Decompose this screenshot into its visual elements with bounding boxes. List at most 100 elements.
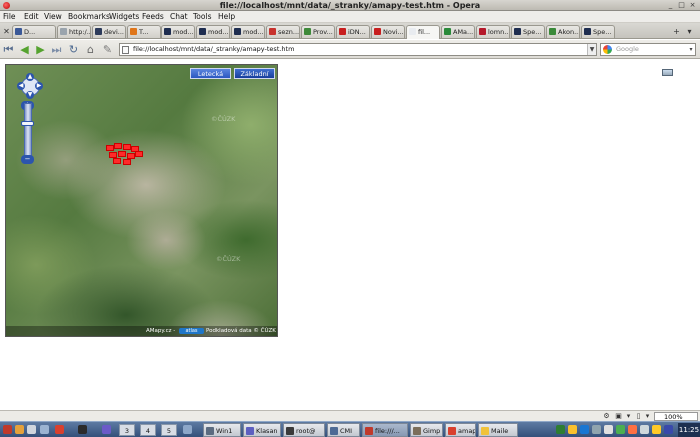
taskbar-task[interactable]: Win1 <box>203 423 241 437</box>
menu-bookmarks[interactable]: Bookmarks <box>68 11 110 23</box>
browser-tab[interactable]: mod... <box>161 25 195 38</box>
browser-tab[interactable]: iDN... <box>336 25 370 38</box>
edit-pencil-icon[interactable]: ✎ <box>101 43 114 56</box>
parcel-highlight[interactable] <box>135 151 143 157</box>
taskbar-task[interactable]: Maile <box>478 423 518 437</box>
menu-file[interactable]: File <box>3 11 16 23</box>
close-button[interactable]: × <box>688 1 697 10</box>
address-field[interactable]: file://localhost/mnt/data/_stranky/amapy… <box>119 43 597 56</box>
tray-icon[interactable] <box>580 425 589 434</box>
page-options-icon[interactable]: ▯ <box>634 412 643 420</box>
tray-icon[interactable] <box>616 425 625 434</box>
menu-view[interactable]: View <box>44 11 62 23</box>
tray-icon[interactable] <box>592 425 601 434</box>
maximize-button[interactable]: □ <box>677 1 686 10</box>
fast-forward-icon[interactable]: ⏭ <box>50 43 63 56</box>
browser-tab[interactable]: fil... <box>406 25 440 39</box>
minimize-button[interactable]: _ <box>666 1 675 10</box>
browser-tab[interactable]: Prov... <box>301 25 335 38</box>
home-folder-icon[interactable] <box>15 425 24 434</box>
tab-menu-button[interactable]: ▾ <box>684 26 695 37</box>
map-type-basic-button[interactable]: Základní <box>234 68 275 79</box>
forward-icon[interactable]: ▶ <box>34 43 47 56</box>
parcel-highlight[interactable] <box>114 143 122 149</box>
terminal-icon[interactable] <box>78 425 87 434</box>
browser-tab[interactable]: mod... <box>196 25 230 38</box>
menu-edit[interactable]: Edit <box>24 11 39 23</box>
browser-tab[interactable]: Novi... <box>371 25 405 38</box>
desktop-3[interactable]: 3 <box>119 424 135 436</box>
browser-tab[interactable]: D... <box>12 25 56 38</box>
pager-icon[interactable] <box>102 425 111 434</box>
search-dropdown-icon[interactable]: ▾ <box>687 44 695 55</box>
map-view[interactable]: Letecká Základní ▲ ◀ ▶ ▼ + − ©ČÚZK ©ČÚZK… <box>5 64 278 337</box>
view-dropdown-icon[interactable]: ▾ <box>624 412 633 420</box>
home-icon[interactable]: ⌂ <box>84 43 97 56</box>
tray-icon[interactable] <box>640 425 649 434</box>
tray-icon[interactable] <box>568 425 577 434</box>
taskbar-task[interactable]: CMI <box>327 423 360 437</box>
parcel-highlight[interactable] <box>123 144 131 150</box>
panel-icon[interactable]: ⚙ <box>602 412 611 420</box>
tray-icon[interactable] <box>556 425 565 434</box>
browser-tab[interactable]: devi... <box>92 25 126 38</box>
closed-tabs-icon[interactable]: ✕ <box>1 26 12 37</box>
parcel-highlight[interactable] <box>113 158 121 164</box>
new-tab-button[interactable]: + <box>671 26 682 37</box>
start-menu-icon[interactable] <box>3 425 12 434</box>
parcel-highlight[interactable] <box>123 159 131 165</box>
window-titlebar[interactable]: file://localhost/mnt/data/_stranky/amapy… <box>0 0 700 11</box>
network-icon[interactable] <box>40 425 49 434</box>
pan-up-icon[interactable]: ▲ <box>26 73 34 81</box>
zoom-slider-handle[interactable] <box>21 121 34 126</box>
view-icon[interactable]: ▣ <box>614 412 623 420</box>
browser-tab[interactable]: mod... <box>231 25 265 38</box>
tray-icon[interactable] <box>652 425 661 434</box>
desktop-4[interactable]: 4 <box>140 424 156 436</box>
menu-chat[interactable]: Chat <box>170 11 188 23</box>
browser-tab[interactable]: AMa... <box>441 25 475 38</box>
tray-icon[interactable] <box>604 425 613 434</box>
back-icon[interactable]: ◀ <box>18 43 31 56</box>
atlas-logo[interactable]: atlas <box>179 328 204 334</box>
taskbar-task[interactable]: amap <box>445 423 476 437</box>
search-field[interactable]: Google ▾ <box>600 43 696 56</box>
options-dropdown-icon[interactable]: ▾ <box>643 412 652 420</box>
browser-tab[interactable]: Spe... <box>511 25 545 38</box>
zoom-level[interactable]: 100% <box>654 412 698 421</box>
parcel-highlight[interactable] <box>106 145 114 151</box>
pan-down-icon[interactable]: ▼ <box>26 91 34 99</box>
taskbar-task[interactable]: file:///... <box>362 423 408 437</box>
page-widget-icon[interactable] <box>662 69 673 76</box>
pan-control[interactable]: ▲ ◀ ▶ ▼ <box>17 73 44 100</box>
browser-tab[interactable]: T... <box>127 25 161 38</box>
menu-help[interactable]: Help <box>218 11 235 23</box>
gear-icon[interactable] <box>27 425 36 434</box>
show-desktop-icon[interactable] <box>183 425 192 434</box>
menu-widgets[interactable]: Widgets <box>109 11 139 23</box>
browser-tab[interactable]: sezn... <box>266 25 300 38</box>
pan-right-icon[interactable]: ▶ <box>35 82 43 90</box>
browser-tab[interactable]: Spe... <box>581 25 615 38</box>
clock[interactable]: 11:25 <box>678 423 700 437</box>
zoom-slider[interactable] <box>24 103 32 161</box>
rewind-icon[interactable]: ⏮ <box>2 43 15 56</box>
opera-icon[interactable] <box>55 425 64 434</box>
browser-tab[interactable]: Akon... <box>546 25 580 38</box>
volume-icon[interactable] <box>664 425 673 434</box>
parcel-highlight[interactable] <box>118 151 126 157</box>
pan-left-icon[interactable]: ◀ <box>17 82 25 90</box>
browser-tab[interactable]: http:/... <box>57 25 91 38</box>
taskbar-task[interactable]: root@ <box>283 423 325 437</box>
tray-icon[interactable] <box>628 425 637 434</box>
browser-tab[interactable]: lomn... <box>476 25 510 38</box>
zoom-out-button[interactable]: − <box>21 155 34 164</box>
reload-icon[interactable]: ↻ <box>67 43 80 56</box>
map-type-aerial-button[interactable]: Letecká <box>190 68 231 79</box>
address-dropdown-icon[interactable]: ▼ <box>587 44 596 55</box>
taskbar-task[interactable]: Gimp <box>410 423 443 437</box>
menu-feeds[interactable]: Feeds <box>142 11 164 23</box>
taskbar-task[interactable]: Klasan <box>243 423 281 437</box>
menu-tools[interactable]: Tools <box>193 11 211 23</box>
desktop-5[interactable]: 5 <box>161 424 177 436</box>
